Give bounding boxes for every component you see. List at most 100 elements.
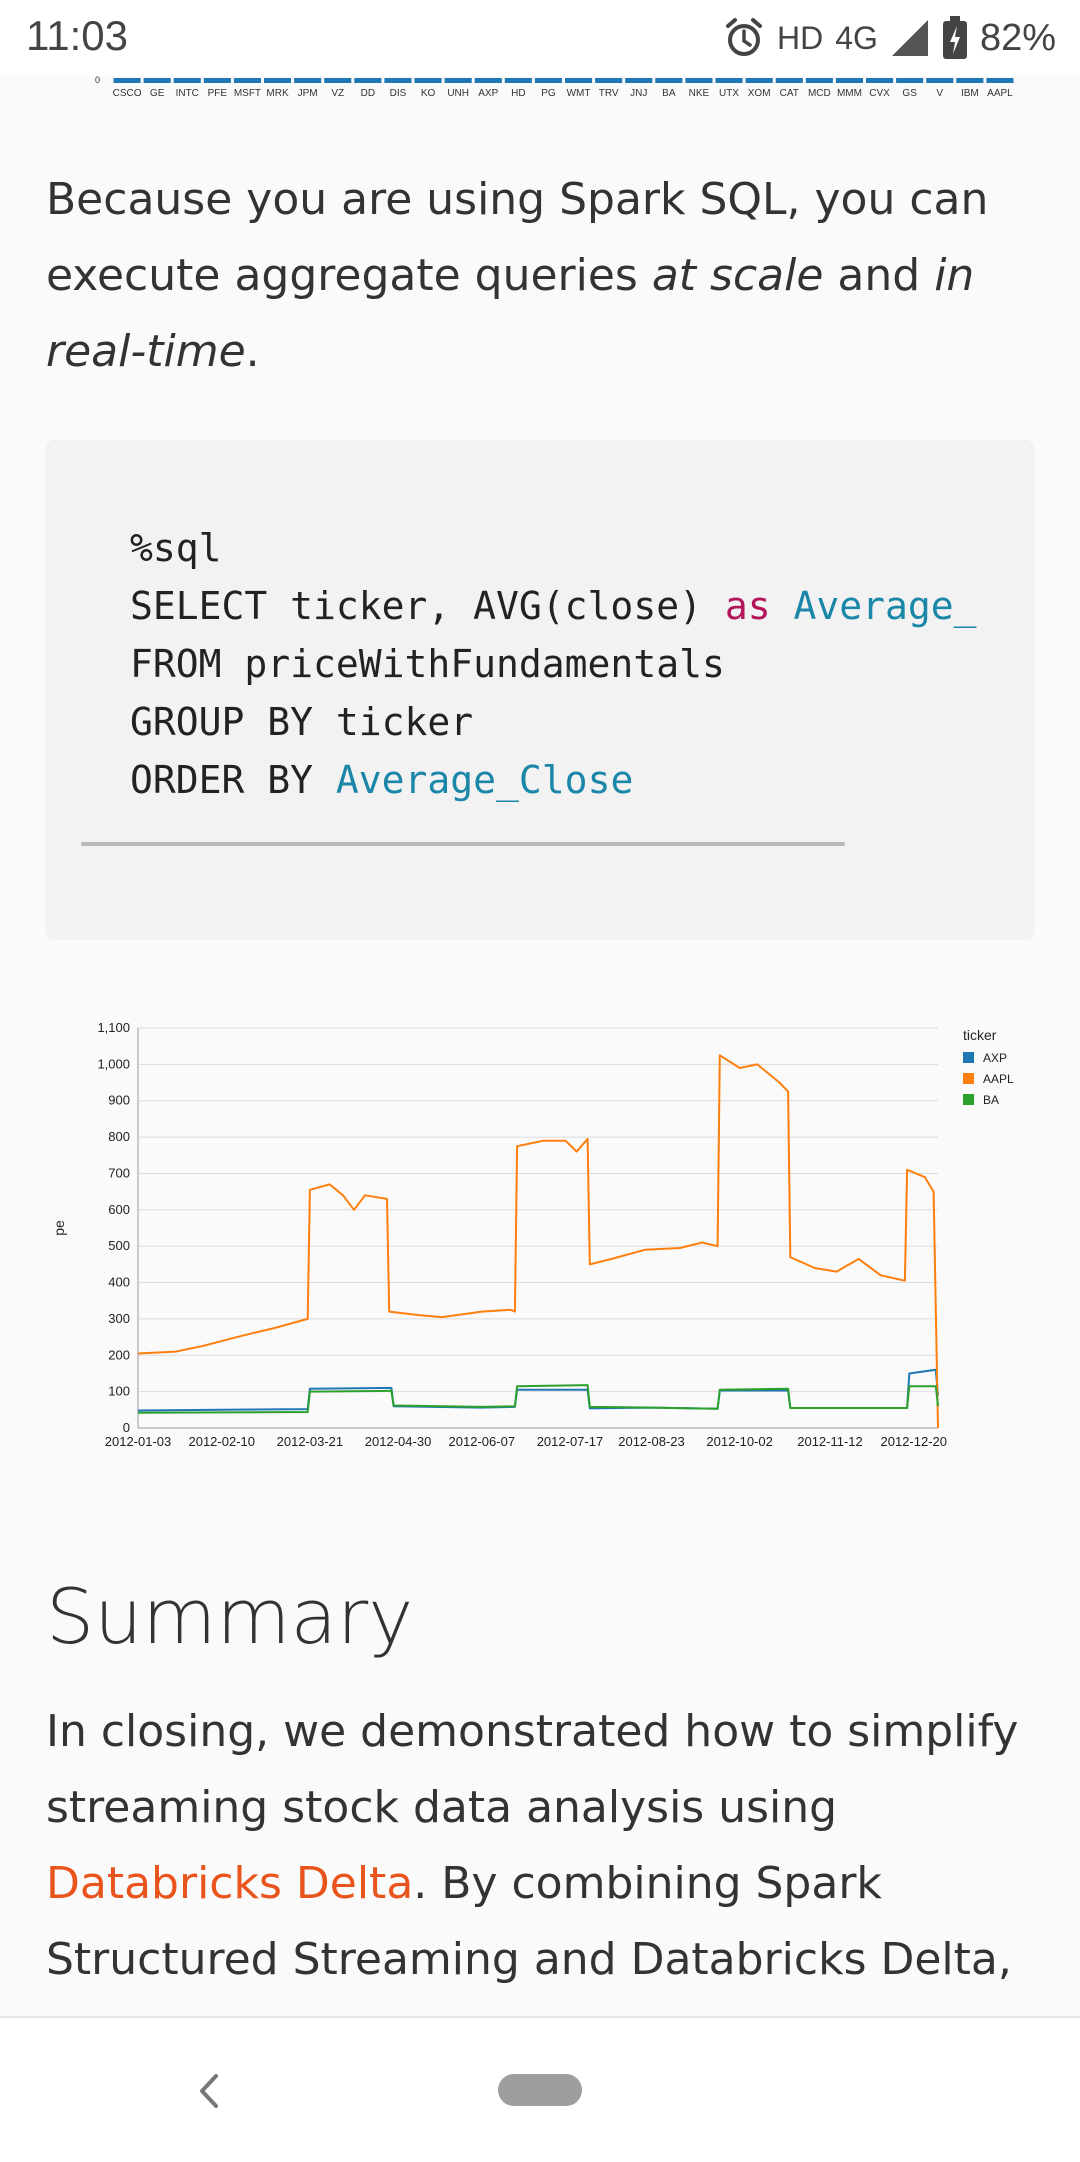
y-tick-label: 600 (108, 1202, 130, 1217)
top-chart-category-label: CVX (869, 88, 890, 99)
intro-text-3: . (245, 326, 260, 377)
top-chart-category-label: BA (662, 88, 676, 99)
code-block[interactable]: %sql SELECT ticker, AVG(close) as Averag… (46, 440, 1034, 940)
top-chart-category-label: MCD (808, 88, 831, 99)
series-line-aapl (137, 1054, 939, 1429)
series-line-axp (137, 1368, 939, 1412)
top-chart-category-label: NKE (689, 88, 710, 99)
legend-title: ticker (963, 1027, 997, 1043)
databricks-delta-link[interactable]: Databricks Delta (46, 1858, 413, 1909)
y-tick-label: 200 (108, 1347, 130, 1362)
x-tick-label: 2012-06-07 (449, 1434, 515, 1449)
x-tick-label: 2012-07-17 (537, 1434, 604, 1449)
top-chart-category-label: PFE (208, 88, 228, 99)
status-bar: 11:03 HD 4G 82% (0, 0, 1080, 76)
top-chart-bar (956, 78, 984, 83)
top-chart-bar (233, 78, 261, 83)
top-chart-category-label: V (936, 88, 943, 99)
code-line-5: ORDER BY Average_Close (130, 758, 633, 802)
home-button[interactable] (498, 2074, 582, 2106)
network-label: 4G (835, 19, 878, 56)
y-tick-label: 100 (108, 1384, 130, 1399)
top-chart-bar (745, 78, 773, 83)
y-tick-label: 1,000 (97, 1056, 130, 1071)
y-tick-label: 300 (108, 1311, 130, 1326)
top-chart-bar (986, 78, 1014, 83)
top-chart-category-label: GE (150, 88, 165, 99)
top-chart-bar (926, 78, 954, 83)
battery-percent: 82% (979, 16, 1056, 59)
legend-swatch-aapl (963, 1073, 974, 1084)
legend-label-axp: AXP (983, 1051, 1007, 1065)
y-tick-label: 700 (108, 1165, 130, 1180)
intro-text-2: and (823, 250, 935, 301)
top-chart-bar (715, 78, 743, 83)
top-chart-bar (835, 78, 863, 83)
top-chart-category-label: INTC (176, 88, 199, 99)
x-tick-label: 2012-08-23 (618, 1434, 685, 1449)
top-chart-category-label: GS (902, 88, 917, 99)
top-chart-category-label: UTX (719, 88, 739, 99)
legend-label-ba: BA (983, 1093, 999, 1107)
top-chart-category-label: MRK (266, 88, 289, 99)
top-chart-bar (775, 78, 803, 83)
top-chart-category-label: CSCO (113, 88, 142, 99)
back-icon[interactable] (190, 2068, 226, 2114)
ticker-bar-chart: 0 CSCO GE INTC PFE MSFT MRK JPM VZ DD DIS KO UNH AXP H… (95, 76, 1014, 99)
top-chart-bar (294, 78, 322, 83)
battery-icon (942, 16, 967, 59)
code-horizontal-scrollbar[interactable] (81, 842, 845, 846)
top-chart-category-label: TRV (599, 88, 619, 99)
top-chart-category-label: JNJ (630, 88, 647, 99)
y-tick-label: 1,100 (97, 1020, 130, 1035)
x-tick-label: 2012-10-02 (706, 1434, 773, 1449)
article-content[interactable]: 0 CSCO GE INTC PFE MSFT MRK JPM VZ DD DIS KO UNH AXP H… (0, 76, 1080, 2016)
y-tick-label: 0 (123, 1420, 130, 1435)
y-axis-label: pe (51, 1220, 67, 1236)
top-chart-category-label: AXP (478, 88, 498, 99)
top-chart-bar (504, 78, 532, 83)
top-chart-bar (414, 78, 442, 83)
top-chart-category-label: IBM (961, 88, 979, 99)
top-chart-category-label: DIS (390, 88, 407, 99)
code-line-2: SELECT ticker, AVG(close) as Average_ (130, 584, 977, 628)
top-chart-bar (444, 78, 472, 83)
x-tick-label: 2012-04-30 (365, 1434, 432, 1449)
alarm-icon (726, 18, 763, 56)
top-chart-category-label: VZ (331, 88, 344, 99)
y-tick-label: 800 (108, 1129, 130, 1144)
hd-label: HD (777, 19, 824, 56)
x-tick-label: 2012-11-12 (797, 1434, 863, 1449)
top-chart-bar (655, 78, 683, 83)
top-chart-bar (264, 78, 292, 83)
top-chart-category-label: JPM (298, 88, 318, 99)
code-keyword-as: as (724, 584, 771, 628)
navigation-bar (0, 2016, 1080, 2162)
summary-text-1: In closing, we demonstrated how to simpl… (46, 1706, 1019, 1833)
top-chart-bar (324, 78, 352, 83)
top-chart-bar (896, 78, 924, 83)
y-tick-label: 900 (108, 1093, 130, 1108)
legend-label-aapl: AAPL (983, 1072, 1014, 1086)
top-chart-category-label: XOM (748, 88, 771, 99)
top-chart-category-label: UNH (447, 88, 469, 99)
top-chart-category-label: MSFT (234, 88, 261, 99)
top-chart-category-label: CAT (780, 88, 799, 99)
top-chart-category-label: PG (541, 88, 556, 99)
signal-icon (891, 20, 928, 56)
top-chart-zero-tick: 0 (95, 76, 100, 85)
top-chart-category-label: DD (361, 88, 375, 99)
top-chart-bar (866, 78, 894, 83)
top-chart-bar (354, 78, 382, 83)
legend-swatch-axp (963, 1052, 974, 1063)
pe-line-chart: 0 100 200 300 400 500 600 700 800 900 1,000 1,100 20… (51, 1020, 1014, 1449)
code-alias: Average_ (770, 584, 977, 628)
top-chart-category-label: KO (421, 88, 436, 99)
top-chart-category-label: HD (511, 88, 525, 99)
code-order-alias: Average_Close (335, 758, 634, 802)
top-chart-bar (143, 78, 171, 83)
intro-paragraph: Because you are using Spark SQL, you can… (46, 162, 1036, 390)
y-tick-label: 400 (108, 1275, 130, 1290)
summary-paragraph: In closing, we demonstrated how to simpl… (46, 1694, 1036, 1998)
top-chart-bar (625, 78, 653, 83)
